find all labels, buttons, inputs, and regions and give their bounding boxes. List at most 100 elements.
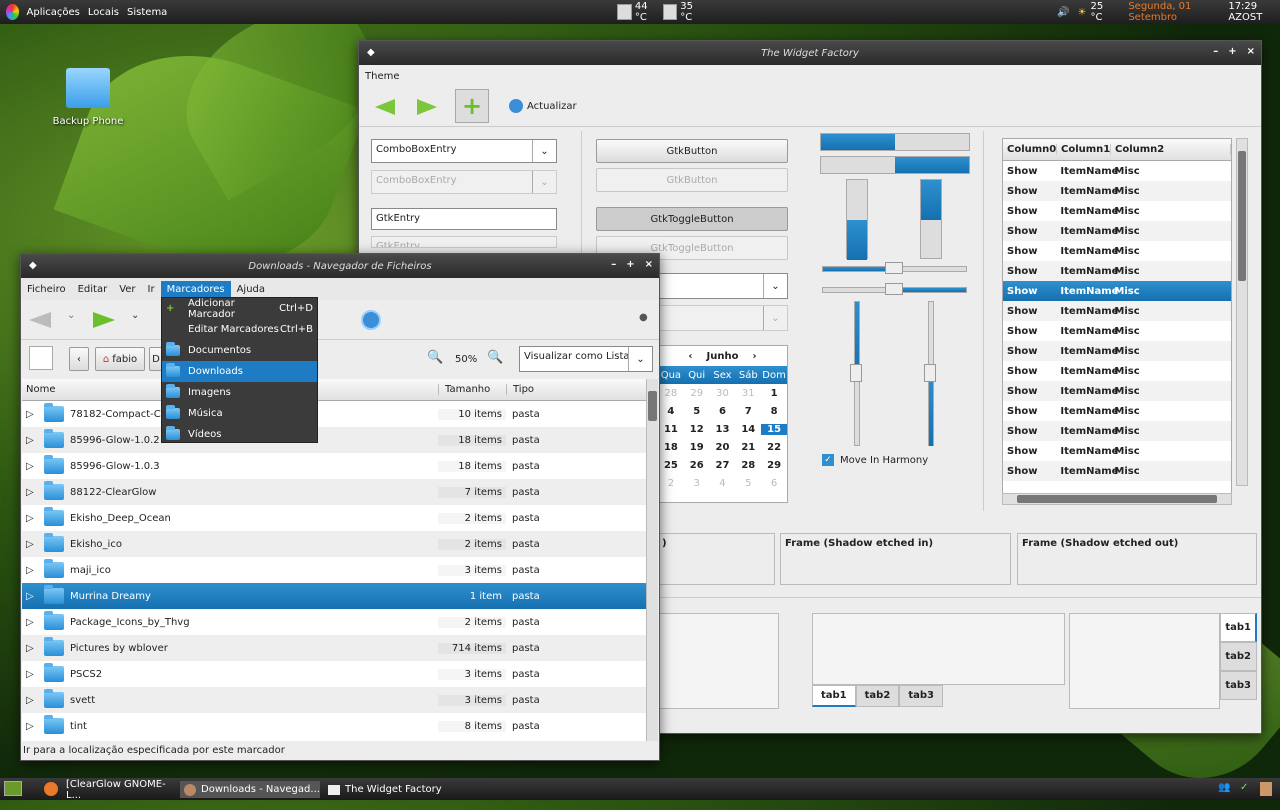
menu-theme[interactable]: Theme xyxy=(359,71,406,82)
volume-icon[interactable]: 🔊 xyxy=(1057,7,1069,18)
chevron-down-icon[interactable]: ⌄ xyxy=(532,140,556,162)
close-icon[interactable]: × xyxy=(645,259,653,270)
task-nautilus[interactable]: Downloads - Navegad... xyxy=(180,781,320,798)
calendar-day[interactable]: 19 xyxy=(684,442,710,453)
expander-icon[interactable]: ▷ xyxy=(22,617,42,628)
slider-h2[interactable] xyxy=(822,283,967,295)
calendar-day[interactable]: 29 xyxy=(761,460,787,471)
applications-menu[interactable]: Aplicações xyxy=(27,7,80,18)
gnome-logo-icon[interactable] xyxy=(6,4,19,20)
tree-vscrollbar[interactable] xyxy=(1236,138,1248,486)
move-in-harmony-checkbox[interactable]: ✓ Move In Harmony xyxy=(822,454,928,466)
forward-arrow-icon[interactable] xyxy=(417,99,437,115)
calendar-day[interactable]: 12 xyxy=(684,424,710,435)
col-size[interactable]: Tamanho xyxy=(438,384,506,395)
calendar-day[interactable]: 20 xyxy=(710,442,736,453)
slider-handle[interactable] xyxy=(885,262,903,274)
file-row[interactable]: ▷ 85996-Glow-1.0.2 18 items pasta xyxy=(22,427,646,453)
network-icon[interactable]: ✓ xyxy=(1240,782,1248,793)
file-list-scrollbar[interactable] xyxy=(646,379,658,741)
calendar-day[interactable]: 28 xyxy=(735,460,761,471)
expander-icon[interactable]: ▷ xyxy=(22,487,42,498)
table-row[interactable]: Show ItemName Misc xyxy=(1003,461,1231,481)
chevron-down-icon[interactable]: ⌄ xyxy=(763,274,787,298)
calendar-day[interactable]: 1 xyxy=(761,388,787,399)
tree-column-header[interactable]: Column1 xyxy=(1057,144,1111,155)
calendar-day[interactable]: 5 xyxy=(735,478,761,489)
task-firefox[interactable]: [ClearGlow GNOME-L... xyxy=(62,779,174,801)
file-row[interactable]: ▷ Pictures by wblover 714 items pasta xyxy=(22,635,646,661)
slider-v1[interactable] xyxy=(850,301,862,446)
places-menu[interactable]: Locais xyxy=(88,7,119,18)
expander-icon[interactable]: ▷ xyxy=(22,409,42,420)
table-row[interactable]: Show ItemName Misc xyxy=(1003,281,1231,301)
file-row[interactable]: ▷ Ekisho_Deep_Ocean 2 items pasta xyxy=(22,505,646,531)
calendar-day[interactable]: 21 xyxy=(735,442,761,453)
calendar-day[interactable]: 6 xyxy=(710,406,736,417)
tab-tab1[interactable]: tab1 xyxy=(812,685,856,707)
bookmark-item[interactable]: Música xyxy=(162,403,317,424)
close-icon[interactable]: × xyxy=(1247,46,1255,57)
file-row[interactable]: ▷ Package_Icons_by_Thvg 2 items pasta xyxy=(22,609,646,635)
file-row[interactable]: ▷ maji_ico 3 items pasta xyxy=(22,557,646,583)
edit-location-icon[interactable] xyxy=(29,346,53,370)
tab-tab3[interactable]: tab3 xyxy=(1220,671,1257,700)
firefox-icon[interactable] xyxy=(44,782,58,796)
expander-icon[interactable]: ▷ xyxy=(22,539,42,550)
table-row[interactable]: Show ItemName Misc xyxy=(1003,321,1231,341)
view-mode-select[interactable]: Visualizar como Lista ⌄ xyxy=(519,346,653,372)
table-row[interactable]: Show ItemName Misc xyxy=(1003,441,1231,461)
calendar[interactable]: ‹ Junho › Qua Qui Sex Sáb Dom 28 29 30 31 1 4 5 6 7 8… xyxy=(657,345,788,503)
expander-icon[interactable]: ▷ xyxy=(22,643,42,654)
users-icon[interactable]: 👥 xyxy=(1218,782,1230,793)
col-type[interactable]: Tipo xyxy=(506,384,646,395)
system-menu[interactable]: Sistema xyxy=(127,7,167,18)
prev-month-icon[interactable]: ‹ xyxy=(688,351,692,362)
expander-icon[interactable]: ▷ xyxy=(22,721,42,732)
calendar-day[interactable]: 14 xyxy=(735,424,761,435)
file-row[interactable]: ▷ Ekisho_ico 2 items pasta xyxy=(22,531,646,557)
menu-edit-bookmarks[interactable]: Editar Marcadores Ctrl+B xyxy=(162,319,317,340)
menu-ver[interactable]: Ver xyxy=(113,284,141,295)
file-row[interactable]: ▷ PSCS2 3 items pasta xyxy=(22,661,646,687)
tab-tab2[interactable]: tab2 xyxy=(855,685,900,707)
checkbox-checked-icon[interactable]: ✓ xyxy=(822,454,834,466)
search-icon[interactable] xyxy=(361,310,381,330)
window-menu-icon[interactable]: ◆ xyxy=(367,47,375,58)
expander-icon[interactable]: ▷ xyxy=(22,669,42,680)
slider-handle[interactable] xyxy=(885,283,903,295)
tab-tab3[interactable]: tab3 xyxy=(899,685,943,707)
table-row[interactable]: Show ItemName Misc xyxy=(1003,421,1231,441)
bookmark-item[interactable]: Imagens xyxy=(162,382,317,403)
minimize-icon[interactable]: – xyxy=(1213,46,1218,57)
bookmark-item[interactable]: Vídeos xyxy=(162,424,317,445)
path-button-home[interactable]: ⌂ fabio xyxy=(95,347,145,371)
expander-icon[interactable]: ▷ xyxy=(22,591,42,602)
chevron-down-icon[interactable]: ⌄ xyxy=(131,310,139,321)
calendar-day[interactable]: 27 xyxy=(710,460,736,471)
slider-v2[interactable] xyxy=(924,301,936,446)
tree-view[interactable]: Column0 Column1 Column2 Show ItemName Misc Sh… xyxy=(1002,138,1232,494)
calendar-day[interactable]: 29 xyxy=(684,388,710,399)
expander-icon[interactable]: ▷ xyxy=(22,565,42,576)
file-row[interactable]: ▷ 85996-Glow-1.0.3 18 items pasta xyxy=(22,453,646,479)
calendar-day[interactable]: 15 xyxy=(761,423,787,435)
add-icon[interactable]: + xyxy=(455,89,489,123)
file-row[interactable]: ▷ 88122-ClearGlow 7 items pasta xyxy=(22,479,646,505)
menu-ajuda[interactable]: Ajuda xyxy=(231,284,271,295)
calendar-day[interactable]: 30 xyxy=(710,388,736,399)
menu-ficheiro[interactable]: Ficheiro xyxy=(21,284,72,295)
menu-marcadores[interactable]: Marcadores xyxy=(160,280,231,298)
maximize-icon[interactable]: + xyxy=(1228,46,1236,57)
titlebar[interactable]: ◆ The Widget Factory – + × xyxy=(359,41,1261,65)
forward-arrow-icon[interactable] xyxy=(93,312,115,328)
zoom-out-icon[interactable]: 🔍 xyxy=(427,350,443,365)
expander-icon[interactable]: ▷ xyxy=(22,513,42,524)
file-row[interactable]: ▷ Murrina Dreamy 1 item pasta xyxy=(22,583,646,609)
zoom-level[interactable]: 50% xyxy=(455,354,477,365)
file-row[interactable]: ▷ svett 3 items pasta xyxy=(22,687,646,713)
next-month-icon[interactable]: › xyxy=(752,351,756,362)
tree-hscrollbar[interactable] xyxy=(1002,493,1232,505)
calendar-day[interactable]: 4 xyxy=(658,406,684,417)
date[interactable]: Segunda, 01 Setembro xyxy=(1128,1,1218,23)
